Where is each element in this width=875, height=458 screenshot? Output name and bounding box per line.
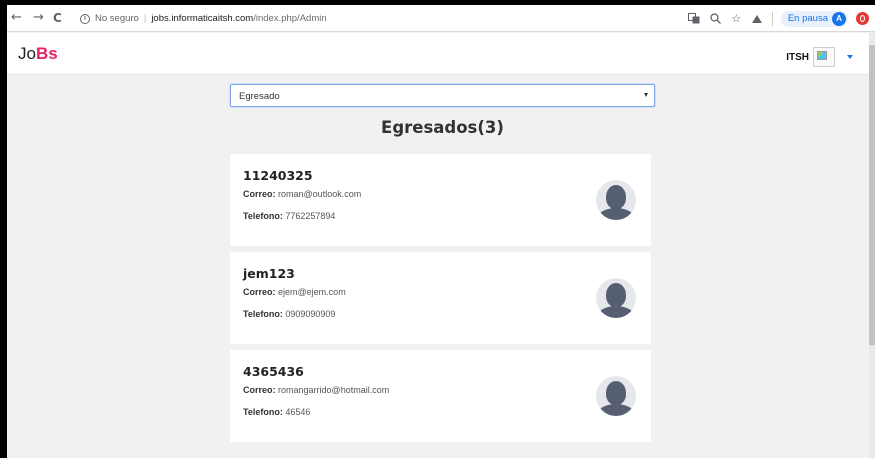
user-image-icon [813,47,835,67]
select-arrow-icon [644,93,648,97]
profile-avatar: A [832,11,846,26]
forward-arrow-icon[interactable]: → [33,10,44,26]
user-name: ITSH [786,51,809,63]
select-value: Egresado [239,91,280,102]
email-label: Correo: [243,385,276,395]
user-menu[interactable]: ITSH [786,47,853,67]
graduate-id: 11240325 [243,168,313,183]
email-label: Correo: [243,287,276,297]
page-title: Egresados(3) [381,118,504,137]
graduate-phone-row: Telefono: 7762257894 [243,211,335,221]
security-label: No seguro [95,13,139,24]
graduate-email: roman@outlook.com [278,189,362,199]
graduate-email: romangarrido@hotmail.com [278,385,390,395]
user-avatar-icon [596,180,636,220]
browser-window: ← → C i No seguro | jobs.informaticaitsh… [7,5,875,458]
scrollbar-thumb[interactable] [869,45,875,345]
user-avatar-icon [596,376,636,416]
address-bar[interactable]: i No seguro | jobs.informaticaitsh.com /… [80,10,327,27]
page-scrollbar[interactable] [869,33,875,458]
graduate-phone: 0909090909 [285,309,336,319]
extension-icon[interactable] [751,12,764,25]
graduate-email: ejem@ejem.com [278,287,346,297]
graduate-phone-row: Telefono: 0909090909 [243,309,335,319]
user-avatar-icon [596,278,636,318]
phone-label: Telefono: [243,407,283,417]
phone-label: Telefono: [243,211,283,221]
graduate-id: 4365436 [243,364,304,379]
opera-icon[interactable] [856,12,869,25]
graduate-phone: 46546 [285,407,311,417]
url-path: /index.php/Admin [253,13,327,24]
browser-toolbar: ← → C i No seguro | jobs.informaticaitsh… [7,5,875,32]
graduate-phone: 7762257894 [285,211,336,221]
brand-logo[interactable]: JoBs [18,44,58,64]
info-icon[interactable]: i [80,13,90,24]
phone-label: Telefono: [243,309,283,319]
pause-label: En pausa [787,13,828,24]
graduate-email-row: Correo: roman@outlook.com [243,189,361,199]
reload-icon[interactable]: C [53,10,62,26]
translate-icon[interactable] [688,12,701,25]
graduate-card: jem123 Correo: ejem@ejem.com Telefono: 0… [230,252,651,344]
url-host: jobs.informaticaitsh.com [151,13,254,24]
graduate-email-row: Correo: ejem@ejem.com [243,287,346,297]
back-arrow-icon[interactable]: ← [11,10,22,26]
graduate-phone-row: Telefono: 46546 [243,407,310,417]
graduate-id: jem123 [243,266,295,281]
toolbar-divider [771,11,773,26]
dropdown-caret-icon[interactable] [847,55,853,59]
graduate-card: 4365436 Correo: romangarrido@hotmail.com… [230,350,651,442]
browser-actions: ☆ En pausa A [688,9,869,28]
brand-suffix: Bs [35,44,58,63]
star-icon[interactable]: ☆ [730,12,743,25]
brand-prefix: Jo [18,44,36,63]
zoom-icon[interactable] [709,12,722,25]
url-separator: | [143,13,147,24]
email-label: Correo: [243,189,276,199]
graduate-email-row: Correo: romangarrido@hotmail.com [243,385,389,395]
sync-paused-button[interactable]: En pausa A [780,10,848,27]
graduate-card: 11240325 Correo: roman@outlook.com Telef… [230,154,651,246]
app-navbar: JoBs ITSH [7,33,875,75]
type-filter-select[interactable]: Egresado [230,84,655,107]
